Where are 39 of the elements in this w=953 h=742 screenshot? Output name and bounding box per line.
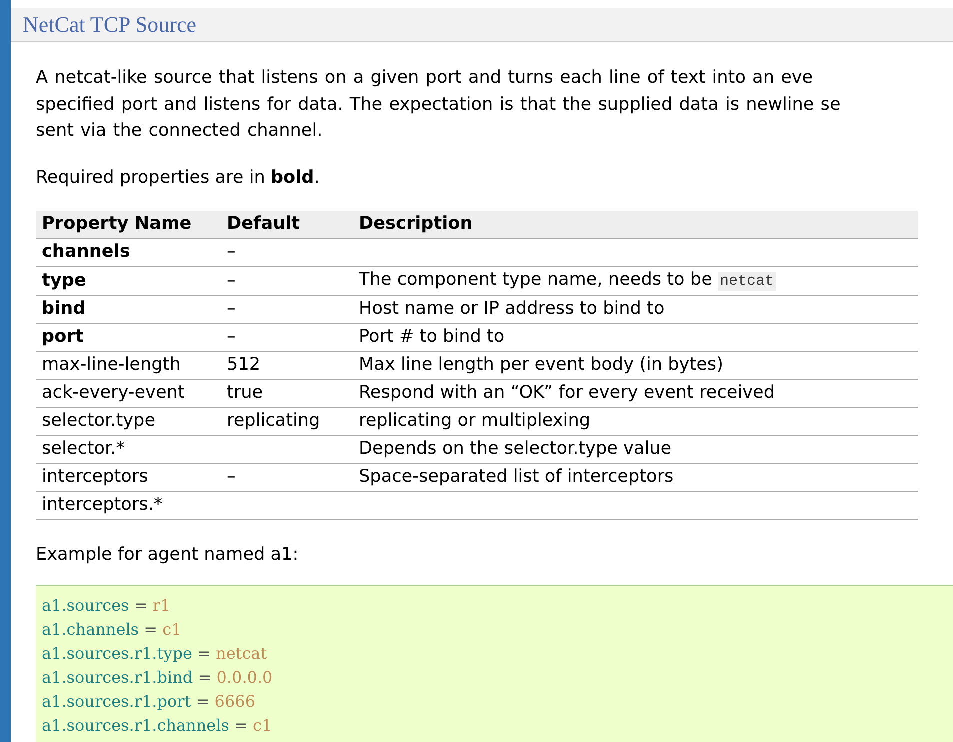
property-name: interceptors bbox=[36, 463, 221, 491]
property-name: port bbox=[36, 323, 221, 351]
code-line: a1.sources.r1.bind = 0.0.0.0 bbox=[42, 666, 274, 688]
default-value: 512 bbox=[227, 355, 261, 375]
property-name: interceptors.* bbox=[36, 491, 221, 519]
default-value: true bbox=[227, 383, 264, 403]
description-text: Respond with an “OK” for every event received bbox=[359, 383, 775, 403]
code-line: a1.sources = r1 bbox=[42, 594, 172, 616]
column-header: Property Name bbox=[36, 210, 221, 238]
code-line: a1.sources.r1.port = 6666 bbox=[42, 690, 257, 712]
code-line: a1.sources.r1.channels = c1 bbox=[42, 714, 274, 736]
code-line: a1.channels = c1 bbox=[42, 618, 183, 640]
column-header: Description bbox=[353, 210, 918, 238]
property-name: bind bbox=[36, 295, 221, 323]
example-label: Example for agent named a1: bbox=[36, 544, 300, 566]
default-value: replicating bbox=[227, 411, 320, 431]
default-value: – bbox=[227, 467, 236, 487]
property-name: max-line-length bbox=[36, 351, 221, 379]
intro-paragraph: A netcat-like source that listens on a given port and turns each line of text into an eve specified port and listens for data. The expectation is that the supplied data is newline se sent via the connected channel. bbox=[36, 67, 842, 143]
property-name: channels bbox=[36, 238, 221, 266]
default-value: – bbox=[227, 299, 236, 319]
property-name: selector.* bbox=[36, 435, 221, 463]
description-text: Space-separated list of interceptors bbox=[359, 467, 674, 487]
section-title: NetCat TCP Source bbox=[23, 12, 197, 38]
column-header: Default bbox=[221, 210, 353, 238]
default-value: – bbox=[227, 242, 236, 262]
description-text: replicating or multiplexing bbox=[359, 411, 591, 431]
description-text: Port # to bind to bbox=[359, 327, 505, 347]
description-text: Host name or IP address to bind to bbox=[359, 299, 665, 319]
description-text: The component type name, needs to be netcat bbox=[359, 270, 776, 290]
description-text: Depends on the selector.type value bbox=[359, 439, 672, 459]
default-value: – bbox=[227, 327, 236, 347]
code-line: a1.sources.r1.type = netcat bbox=[42, 642, 268, 664]
default-value: – bbox=[227, 270, 236, 290]
property-name: selector.type bbox=[36, 407, 221, 435]
property-name: type bbox=[36, 266, 221, 295]
required-note: Required properties are in bold. bbox=[36, 166, 321, 190]
description-text: Max line length per event body (in bytes) bbox=[359, 355, 724, 375]
property-name: ack-every-event bbox=[36, 379, 221, 407]
